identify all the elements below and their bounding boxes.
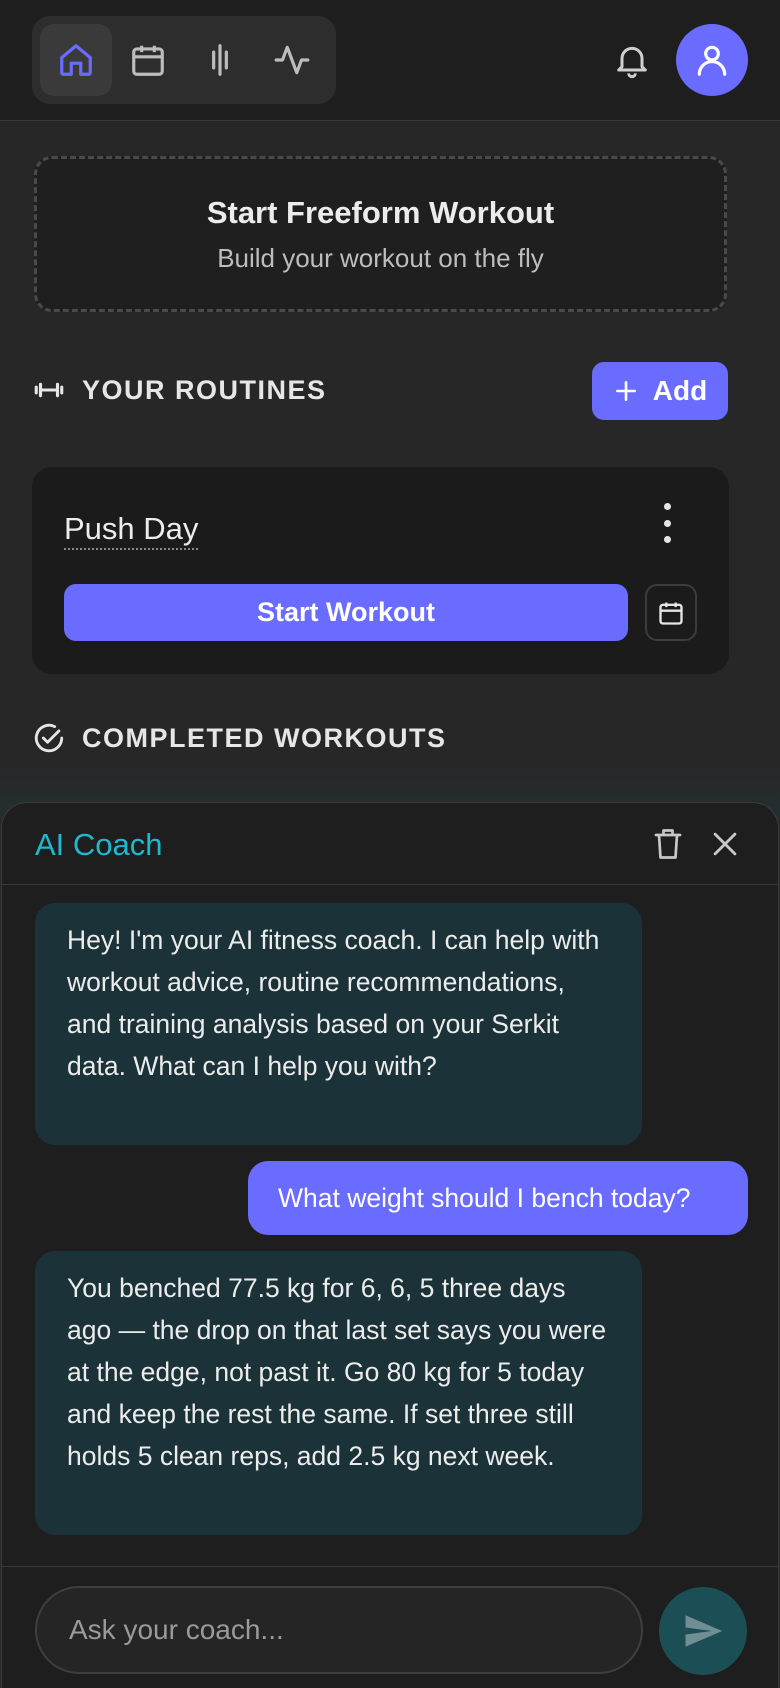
coach-message: You benched 77.5 kg for 6, 6, 5 three da… bbox=[35, 1251, 642, 1535]
coach-header: AI Coach bbox=[2, 803, 778, 885]
calendar-icon bbox=[132, 45, 164, 76]
nav-tabs bbox=[32, 16, 336, 104]
check-circle-icon bbox=[34, 723, 64, 753]
top-bar bbox=[0, 0, 780, 121]
trash-icon[interactable] bbox=[650, 825, 686, 863]
completed-header-label: COMPLETED WORKOUTS bbox=[82, 722, 447, 753]
calendar-icon bbox=[659, 602, 683, 625]
home-icon bbox=[60, 44, 92, 76]
add-routine-button[interactable]: Add bbox=[592, 362, 728, 420]
chat-input-bar bbox=[2, 1566, 778, 1688]
send-icon bbox=[685, 1615, 723, 1647]
user-message: What weight should I bench today? bbox=[248, 1161, 748, 1235]
stats-bars-icon bbox=[212, 44, 228, 76]
nav-stats-button[interactable] bbox=[184, 24, 256, 96]
plus-icon bbox=[615, 381, 636, 401]
start-workout-button[interactable]: Start Workout bbox=[64, 584, 628, 641]
freeform-title: Start Freeform Workout bbox=[206, 195, 555, 230]
close-icon[interactable] bbox=[708, 827, 742, 861]
ask-coach-input[interactable] bbox=[35, 1586, 643, 1674]
start-freeform-workout-card[interactable]: Start Freeform Workout Build your workou… bbox=[34, 156, 727, 312]
ai-coach-panel: AI Coach Hey! I'm your AI fitness coach.… bbox=[1, 802, 779, 1688]
routine-card: Push Day Start Workout bbox=[32, 467, 729, 674]
coach-title: AI Coach bbox=[35, 827, 163, 862]
routines-header-label: YOUR ROUTINES bbox=[82, 374, 327, 405]
send-button[interactable] bbox=[659, 1587, 747, 1675]
schedule-routine-button[interactable] bbox=[645, 584, 697, 641]
user-icon bbox=[697, 45, 727, 76]
activity-icon bbox=[274, 45, 310, 75]
profile-avatar-button[interactable] bbox=[676, 24, 748, 96]
routines-section-header: YOUR ROUTINES bbox=[32, 373, 327, 407]
add-routine-label: Add bbox=[652, 375, 708, 406]
more-options-icon[interactable] bbox=[660, 503, 674, 543]
bell-icon bbox=[617, 46, 647, 79]
completed-section-header: COMPLETED WORKOUTS bbox=[32, 721, 447, 755]
nav-home-button[interactable] bbox=[40, 24, 112, 96]
nav-calendar-button[interactable] bbox=[112, 24, 184, 96]
nav-activity-button[interactable] bbox=[256, 24, 328, 96]
freeform-subtitle: Build your workout on the fly bbox=[217, 243, 544, 273]
coach-message: Hey! I'm your AI fitness coach. I can he… bbox=[35, 903, 642, 1145]
notifications-button[interactable] bbox=[610, 38, 654, 82]
dumbbell-icon bbox=[34, 382, 64, 398]
routine-name[interactable]: Push Day bbox=[64, 511, 199, 550]
